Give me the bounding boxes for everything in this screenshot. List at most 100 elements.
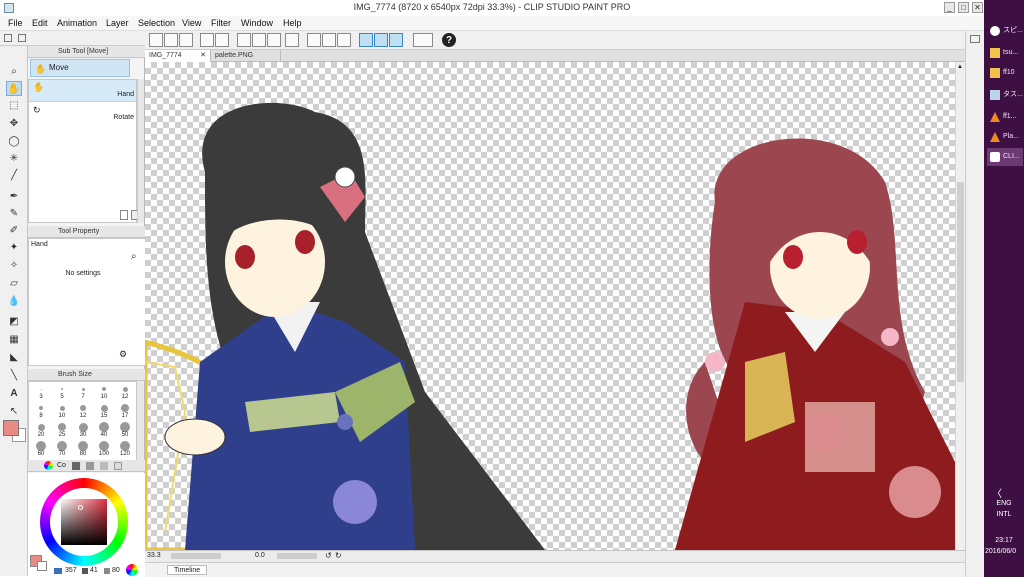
brush-size-option[interactable]: 80 <box>73 441 93 459</box>
sparkle-icon[interactable] <box>237 33 251 47</box>
color-picker-marker[interactable] <box>78 505 83 510</box>
menu-filter[interactable]: Filter <box>211 18 231 28</box>
brush-size-option[interactable]: 15 <box>94 403 114 421</box>
color-tab-label[interactable]: Co <box>57 462 66 469</box>
menu-file[interactable]: File <box>8 18 23 28</box>
taskbar-item-folder-ff10[interactable]: ff10 <box>987 64 1023 82</box>
clear-icon[interactable] <box>337 33 351 47</box>
help-icon[interactable]: ? <box>442 33 456 47</box>
open-icon[interactable] <box>164 33 178 47</box>
dock-icon-2[interactable] <box>18 34 26 42</box>
tray-chevron-icon[interactable]: 〈 <box>992 485 1002 500</box>
color-mode-icon[interactable] <box>413 33 433 47</box>
brush-size-option[interactable]: 40 <box>94 422 114 440</box>
canvas[interactable] <box>145 62 955 550</box>
menu-animation[interactable]: Animation <box>57 18 97 28</box>
taskbar-item-vlc-ff1[interactable]: ff1... <box>987 108 1023 126</box>
snap-grid-icon[interactable] <box>389 33 403 47</box>
blend-icon[interactable]: 💧 <box>6 294 22 309</box>
hsv-v-value[interactable]: 80 <box>112 567 120 574</box>
taskbar-item-clip-studio[interactable]: CLI... <box>987 148 1023 166</box>
hsv-s-value[interactable]: 41 <box>90 567 98 574</box>
lasso-icon[interactable]: ◯ <box>6 134 22 149</box>
angle-value[interactable]: 0.0 <box>255 552 265 559</box>
scroll-up-icon[interactable]: ▲ <box>957 64 964 70</box>
magic-wand-icon[interactable]: ✳ <box>6 151 22 166</box>
eyedropper-icon[interactable]: ╱ <box>6 168 22 183</box>
taskbar-item-folder-tsu[interactable]: tsu... <box>987 44 1023 62</box>
select-all-icon[interactable] <box>252 33 266 47</box>
close-tab-icon[interactable]: ✕ <box>200 50 206 62</box>
scroll-thumb[interactable] <box>957 182 964 382</box>
brush-size-option[interactable]: 20 <box>31 422 51 440</box>
brush-icon[interactable]: ✐ <box>6 223 22 238</box>
taskbar-item-opera[interactable]: スピ... <box>987 22 1023 40</box>
menu-help[interactable]: Help <box>283 18 302 28</box>
menu-edit[interactable]: Edit <box>32 18 48 28</box>
main-color-chip[interactable] <box>3 420 19 436</box>
taskbar-item-vlc-pla[interactable]: Pla... <box>987 128 1023 146</box>
color-mode-icon[interactable] <box>126 564 138 576</box>
brush-size-option[interactable]: 120 <box>115 441 135 459</box>
new-subtool-icon[interactable] <box>120 210 128 220</box>
settings-icon[interactable]: ⚙ <box>119 349 127 360</box>
tab-img-7774[interactable]: IMG_7774 ✕ <box>145 50 211 62</box>
deselect-icon[interactable] <box>267 33 281 47</box>
brush-size-option[interactable]: 8 <box>31 403 51 421</box>
subtool-scrollbar[interactable] <box>137 79 144 223</box>
taskbar-item-task[interactable]: タス... <box>987 86 1023 104</box>
pen-icon[interactable]: ✒ <box>6 189 22 204</box>
menu-view[interactable]: View <box>182 18 201 28</box>
snap-ruler-icon[interactable] <box>359 33 373 47</box>
gradient-icon[interactable]: ▦ <box>6 332 22 347</box>
color-set-tab-icon[interactable] <box>72 462 80 470</box>
zoom-value[interactable]: 33.3 <box>147 552 161 559</box>
minimize-button[interactable]: _ <box>944 2 955 13</box>
save-icon[interactable] <box>179 33 193 47</box>
color-sub-swatch[interactable] <box>37 561 47 571</box>
text-icon[interactable]: A <box>6 386 22 401</box>
subtool-item-rotate[interactable]: ↻ Rotate <box>29 103 136 125</box>
hand-tool-icon[interactable]: ✋ <box>6 81 22 96</box>
zoom-slider[interactable] <box>171 553 221 559</box>
subtool-item-hand[interactable]: ✋ Hand <box>29 80 136 102</box>
brush-size-option[interactable]: 25 <box>52 422 72 440</box>
brush-size-option[interactable]: 3 <box>31 384 51 402</box>
hsv-h-value[interactable]: 357 <box>65 567 77 574</box>
dock-icon[interactable] <box>4 34 12 42</box>
search-icon[interactable]: ⌕ <box>131 251 143 263</box>
tab-palette[interactable]: palette.PNG <box>211 50 281 62</box>
brush-size-option[interactable]: 10 <box>94 384 114 402</box>
rotate-left-icon[interactable]: ↺ <box>325 551 332 560</box>
menu-selection[interactable]: Selection <box>138 18 175 28</box>
subtool-group-move[interactable]: ✋ Move <box>30 59 130 77</box>
brush-size-option[interactable]: 70 <box>52 441 72 459</box>
menu-layer[interactable]: Layer <box>106 18 129 28</box>
brush-size-option[interactable]: 12 <box>115 384 135 402</box>
brush-size-option[interactable]: 100 <box>94 441 114 459</box>
menu-window[interactable]: Window <box>241 18 273 28</box>
snap-special-ruler-icon[interactable] <box>374 33 388 47</box>
operation-tool-icon[interactable]: ⬚ <box>6 98 22 113</box>
airbrush-icon[interactable]: ✦ <box>6 240 22 255</box>
undo-icon[interactable] <box>200 33 214 47</box>
pencil-icon[interactable]: ✎ <box>6 206 22 221</box>
approx-color-tab-icon[interactable] <box>100 462 108 470</box>
object-icon[interactable]: ↖ <box>6 404 22 419</box>
eraser-icon[interactable]: ▱ <box>6 276 22 291</box>
fill-icon[interactable] <box>322 33 336 47</box>
line-icon[interactable]: ╲ <box>6 368 22 383</box>
decoration-icon[interactable]: ✧ <box>6 258 22 273</box>
zoom-tool-icon[interactable]: ⌕ <box>6 64 22 79</box>
new-icon[interactable] <box>149 33 163 47</box>
canvas-vertical-scrollbar[interactable]: ▲ <box>955 62 965 550</box>
maximize-button[interactable]: □ <box>958 2 969 13</box>
brush-size-option[interactable]: 50 <box>115 422 135 440</box>
brush-size-option[interactable]: 17 <box>115 403 135 421</box>
brush-size-option[interactable]: 10 <box>52 403 72 421</box>
brush-size-option[interactable]: 7 <box>73 384 93 402</box>
brush-size-scrollbar[interactable] <box>137 381 144 461</box>
color-history-tab-icon[interactable] <box>114 462 122 470</box>
redo-icon[interactable] <box>215 33 229 47</box>
brush-size-option[interactable]: 12 <box>73 403 93 421</box>
